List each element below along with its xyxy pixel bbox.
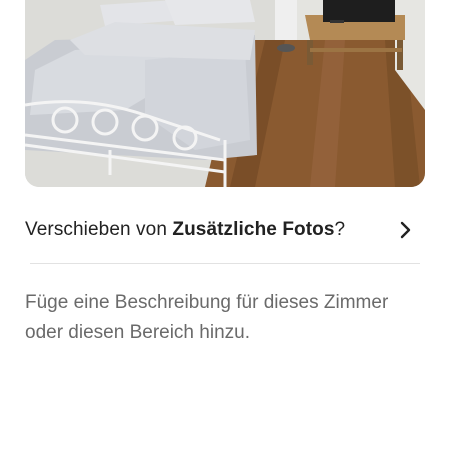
move-to-album-row[interactable]: Verschieben von Zusätzliche Fotos? xyxy=(25,205,425,255)
room-photo-illustration xyxy=(25,0,425,187)
section-divider xyxy=(30,263,420,264)
move-prefix: Verschieben von xyxy=(25,219,173,240)
description-field[interactable]: Füge eine Beschreibung für dieses Zimmer… xyxy=(25,288,425,348)
chevron-right-icon[interactable] xyxy=(395,219,417,241)
move-to-album-label: Verschieben von Zusätzliche Fotos? xyxy=(25,219,345,241)
album-name: Zusätzliche Fotos xyxy=(172,219,335,240)
room-photo[interactable] xyxy=(25,0,425,187)
move-suffix: ? xyxy=(334,219,346,240)
